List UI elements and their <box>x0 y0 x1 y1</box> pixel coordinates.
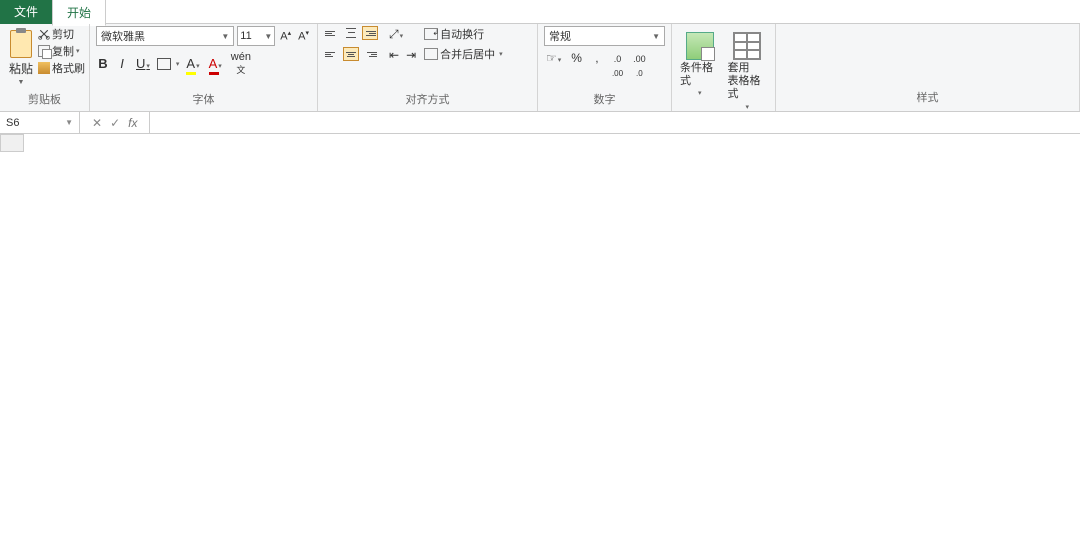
increase-font-button[interactable]: A▴ <box>278 28 293 44</box>
decrease-font-button[interactable]: A▾ <box>296 28 311 44</box>
group-number: 常规▼ ☞▾ % , .0.00 .00.0 数字 <box>538 24 672 111</box>
phonetic-button[interactable]: wén文 <box>229 50 253 77</box>
border-button[interactable] <box>157 58 171 70</box>
inc-decimal-button[interactable]: .0.00 <box>610 50 625 80</box>
merge-icon <box>424 48 438 60</box>
align-top-button[interactable] <box>324 26 340 40</box>
formula-input[interactable] <box>149 112 1080 133</box>
cancel-formula-button[interactable]: ✕ <box>92 116 102 130</box>
format-painter-button[interactable]: 格式刷 <box>38 60 85 76</box>
clipboard-group-label: 剪贴板 <box>6 89 83 109</box>
ribbon: 粘贴 ▼ 剪切 复制▾ 格式刷 剪贴板 微软雅黑▼ 11▼ A▴ A▾ B I … <box>0 24 1080 112</box>
font-name-select[interactable]: 微软雅黑▼ <box>96 26 234 46</box>
comma-button[interactable]: , <box>590 50 604 80</box>
align-center-button[interactable] <box>343 47 359 61</box>
align-left-button[interactable] <box>324 47 340 61</box>
tab-开始[interactable]: 开始 <box>52 0 106 26</box>
conditional-format-icon <box>686 32 714 60</box>
font-group-label: 字体 <box>96 89 311 109</box>
paste-label: 粘贴 <box>9 60 33 77</box>
accept-formula-button[interactable]: ✓ <box>110 116 120 130</box>
clipboard-icon <box>8 28 34 58</box>
tab-file[interactable]: 文件 <box>0 0 52 24</box>
indent-dec-button[interactable]: ⇤ <box>387 47 401 63</box>
group-format: 条件格式▾ 套用 表格格式▾ <box>672 24 776 111</box>
cut-button[interactable]: 剪切 <box>38 26 85 42</box>
align-group-label: 对齐方式 <box>324 89 531 109</box>
wrap-icon: ↲ <box>424 28 438 40</box>
name-box[interactable]: S6▼ <box>0 112 80 133</box>
font-size-select[interactable]: 11▼ <box>237 26 275 46</box>
conditional-format-button[interactable]: 条件格式▾ <box>678 30 722 101</box>
indent-inc-button[interactable]: ⇥ <box>404 47 418 63</box>
copy-button[interactable]: 复制▾ <box>38 43 85 59</box>
align-right-button[interactable] <box>362 47 378 61</box>
merge-center-button[interactable]: 合并后居中▾ <box>424 46 503 62</box>
table-icon <box>733 32 761 60</box>
menu-bar: 文件 开始 <box>0 0 1080 24</box>
font-color-button[interactable]: A▾ <box>207 55 224 72</box>
align-bottom-button[interactable] <box>362 26 378 40</box>
number-group-label: 数字 <box>544 89 665 109</box>
bold-button[interactable]: B <box>96 55 110 72</box>
group-styles: 样式 <box>776 24 1080 111</box>
percent-button[interactable]: % <box>569 50 584 80</box>
brush-icon <box>38 62 50 74</box>
number-format-select[interactable]: 常规▼ <box>544 26 665 46</box>
formula-bar: S6▼ ✕ ✓ fx <box>0 112 1080 134</box>
orientation-button[interactable]: ⤢▾ <box>387 26 405 43</box>
fx-icon[interactable]: fx <box>128 116 137 130</box>
dec-decimal-button[interactable]: .00.0 <box>631 50 648 80</box>
align-middle-button[interactable] <box>343 26 359 40</box>
group-clipboard: 粘贴 ▼ 剪切 复制▾ 格式刷 剪贴板 <box>0 24 90 111</box>
group-align: ⤢▾ ⇤ ⇥ ↲自动换行 合并后居中▾ 对齐方式 <box>318 24 538 111</box>
copy-icon <box>38 45 50 57</box>
fill-color-button[interactable]: A▾ <box>184 55 201 72</box>
currency-button[interactable]: ☞▾ <box>544 50 563 80</box>
spreadsheet-grid <box>0 134 1080 152</box>
italic-button[interactable]: I <box>115 55 129 72</box>
underline-button[interactable]: U▾ <box>134 55 152 72</box>
wrap-text-button[interactable]: ↲自动换行 <box>424 26 503 42</box>
select-all-corner[interactable] <box>0 134 24 152</box>
styles-group-label: 样式 <box>782 87 1073 107</box>
group-font: 微软雅黑▼ 11▼ A▴ A▾ B I U▾ ▾ A▾ A▾ wén文 字体 <box>90 24 318 111</box>
format-as-table-button[interactable]: 套用 表格格式▾ <box>726 30 770 114</box>
paste-button[interactable]: 粘贴 ▼ <box>6 26 36 89</box>
